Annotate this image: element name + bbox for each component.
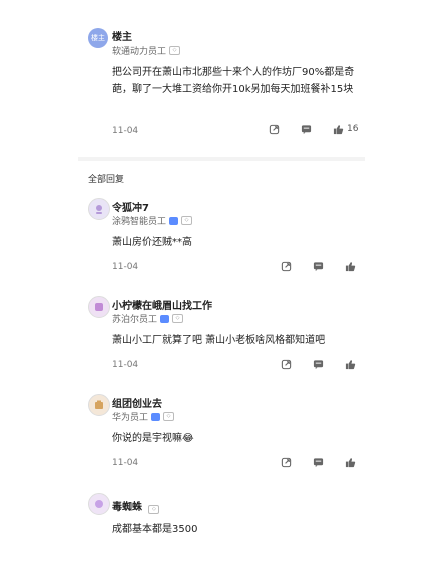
- reply-name[interactable]: 毒蜘蛛 ◇: [112, 498, 160, 514]
- reply-date: 11-04: [112, 360, 139, 370]
- reply-company-row: 涂鸦智能员工 ◇: [112, 214, 193, 227]
- share-icon[interactable]: [280, 358, 292, 370]
- like-icon[interactable]: [344, 260, 356, 272]
- original-post: 楼主 楼主 软通动力员工 ◇ 把公司开在萧山市北那些十来个人的作坊厂90%都是奇…: [78, 0, 365, 155]
- reply-name[interactable]: 小柠檬在峨眉山找工作: [112, 297, 212, 312]
- reply-name[interactable]: 令狐冲7: [112, 199, 149, 214]
- company-badge-icon: ◇: [172, 314, 184, 323]
- reply-name-text: 毒蜘蛛: [112, 502, 142, 513]
- verified-badge-icon: [160, 314, 170, 323]
- company-badge-icon: ◇: [169, 46, 181, 55]
- op-actions: 16: [268, 123, 358, 135]
- reply-content: 萧山小工厂就算了吧 萧山小老板啥风格都知道吧: [112, 335, 326, 346]
- section-divider: [78, 157, 365, 161]
- share-icon[interactable]: [268, 123, 280, 135]
- reply-company-row: 华为员工 ◇: [112, 410, 175, 423]
- reply-content: 萧山房价还贼**高: [112, 237, 192, 248]
- comment-icon[interactable]: [300, 123, 312, 135]
- op-date: 11-04: [112, 126, 139, 136]
- reply-actions: [280, 260, 356, 272]
- reply-company: 华为员工: [112, 413, 149, 423]
- like-icon[interactable]: [344, 358, 356, 370]
- op-company-row: 软通动力员工 ◇: [112, 44, 181, 57]
- op-content: 把公司开在萧山市北那些十来个人的作坊厂90%都是奇葩，聊了一大堆工资给你开10k…: [112, 67, 355, 95]
- reply-item: 小柠檬在峨眉山找工作 苏泊尔员工 ◇ 萧山小工厂就算了吧 萧山小老板啥风格都知道…: [78, 296, 365, 376]
- reply-item: 令狐冲7 涂鸦智能员工 ◇ 萧山房价还贼**高 11-04: [78, 198, 365, 278]
- reply-date: 11-04: [112, 262, 139, 272]
- avatar-label: 楼主: [91, 34, 105, 42]
- op-name[interactable]: 楼主: [112, 28, 132, 43]
- reply-avatar[interactable]: [88, 394, 110, 416]
- comment-icon[interactable]: [312, 260, 324, 272]
- reply-avatar[interactable]: [88, 296, 110, 318]
- company-badge-icon: ◇: [163, 412, 175, 421]
- reply-item: 组团创业去 华为员工 ◇ 你说的是宇视嘛😂 11-04: [78, 394, 365, 474]
- share-icon[interactable]: [280, 260, 292, 272]
- verified-badge-icon: [169, 216, 179, 225]
- verified-badge-icon: [151, 412, 161, 421]
- reply-avatar[interactable]: [88, 198, 110, 220]
- reply-content: 成都基本都是3500: [112, 524, 198, 535]
- like-icon[interactable]: [344, 456, 356, 468]
- all-replies-title: 全部回复: [88, 175, 125, 185]
- op-company: 软通动力员工: [112, 47, 167, 57]
- share-icon[interactable]: [280, 456, 292, 468]
- reply-company-row: 苏泊尔员工 ◇: [112, 312, 184, 325]
- reply-actions: [280, 456, 356, 468]
- like-count: 16: [347, 124, 359, 134]
- company-badge-icon: ◇: [148, 505, 160, 514]
- reply-content: 你说的是宇视嘛😂: [112, 433, 194, 444]
- reply-item: 毒蜘蛛 ◇ 成都基本都是3500: [78, 493, 365, 543]
- like-icon[interactable]: [332, 123, 344, 135]
- reply-actions: [280, 358, 356, 370]
- reply-avatar[interactable]: [88, 493, 110, 515]
- comment-icon[interactable]: [312, 456, 324, 468]
- reply-date: 11-04: [112, 458, 139, 468]
- comment-icon[interactable]: [312, 358, 324, 370]
- reply-company: 涂鸦智能员工: [112, 217, 167, 227]
- reply-company: 苏泊尔员工: [112, 315, 158, 325]
- reply-name[interactable]: 组团创业去: [112, 395, 162, 410]
- company-badge-icon: ◇: [181, 216, 193, 225]
- op-avatar[interactable]: 楼主: [88, 28, 108, 48]
